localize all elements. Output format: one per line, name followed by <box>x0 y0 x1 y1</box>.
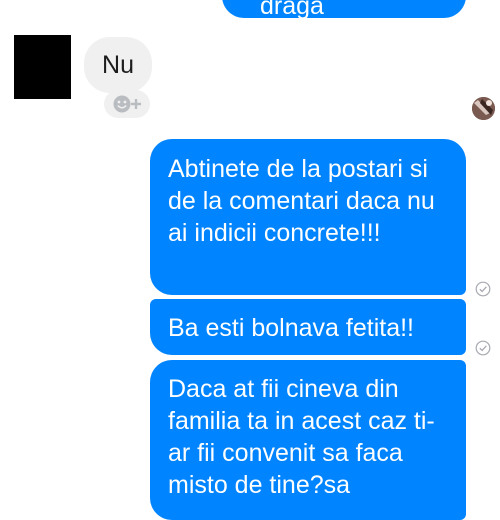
outgoing-message[interactable]: Daca at fii cineva din familia ta in ace… <box>150 360 466 520</box>
outgoing-message[interactable]: Ba esti bolnava fetita!! <box>150 299 466 355</box>
message-text: Nu <box>102 51 134 79</box>
seen-by-avatar <box>472 97 495 120</box>
sender-avatar[interactable] <box>14 35 71 99</box>
message-text: Ba esti bolnava fetita!! <box>168 314 414 342</box>
message-text: Daca at fii cineva din familia ta in ace… <box>168 375 435 499</box>
check-circle-icon <box>475 340 491 356</box>
outgoing-message-partial[interactable]: draga <box>222 0 466 18</box>
outgoing-message[interactable]: Abtinete de la postari si de la comentar… <box>150 139 466 295</box>
add-reaction-button[interactable] <box>104 90 150 118</box>
message-text: draga <box>260 0 324 18</box>
incoming-message[interactable]: Nu <box>84 37 152 93</box>
check-circle-icon <box>475 281 491 297</box>
message-text: Abtinete de la postari si de la comentar… <box>168 155 435 247</box>
